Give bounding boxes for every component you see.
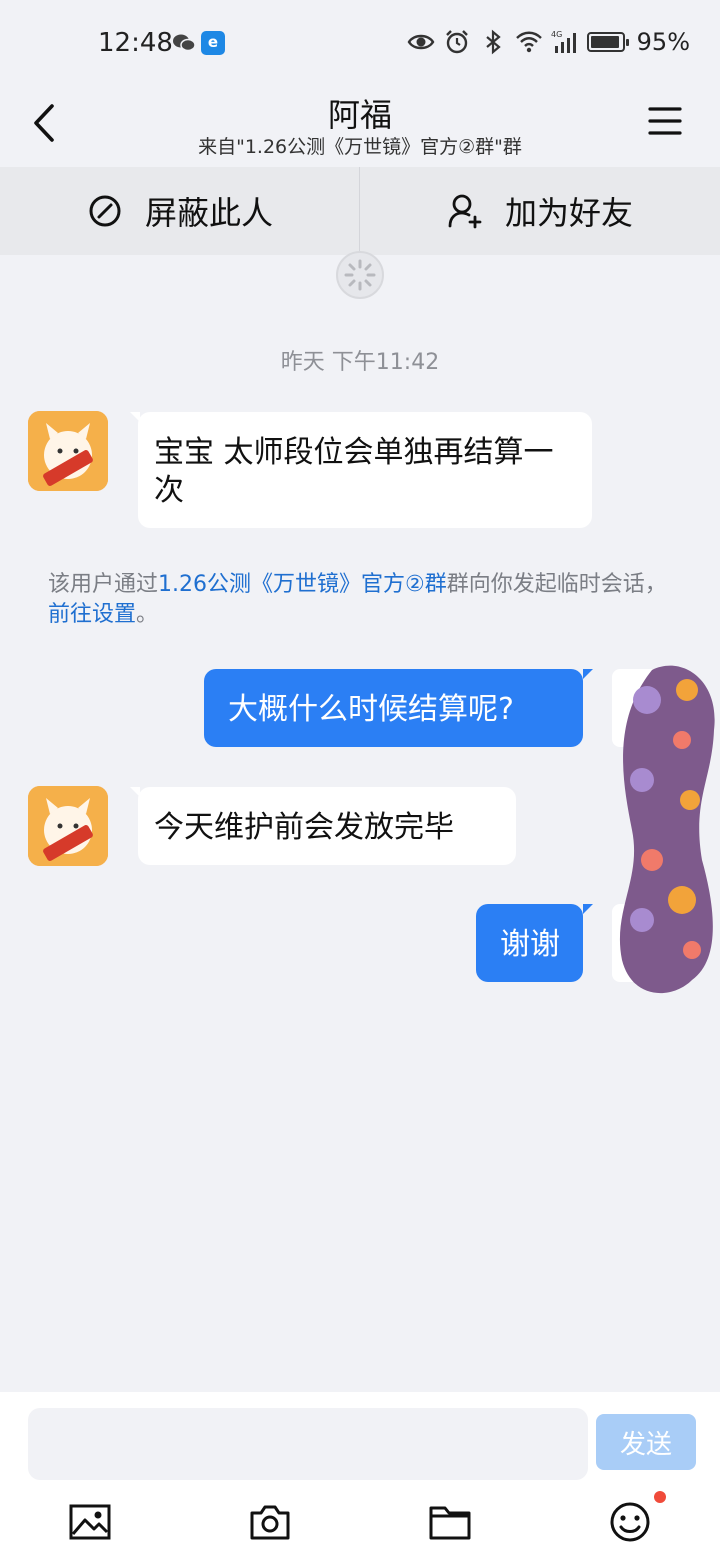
wifi-icon (515, 31, 542, 53)
message-bubble-outgoing[interactable]: 谢谢 (476, 904, 583, 982)
message-bubble-incoming[interactable]: 宝宝 太师段位会单独再结算一次 (138, 412, 592, 528)
cat-avatar-image (28, 786, 108, 866)
contact-avatar[interactable] (28, 411, 108, 491)
chat-header: 阿福 来自"1.26公测《万世镜》官方②群"群 (0, 88, 720, 166)
app-notification-icon: e (201, 31, 225, 55)
message-bubble-incoming[interactable]: 今天维护前会发放完毕 (138, 787, 516, 865)
message-input[interactable] (28, 1408, 588, 1480)
spinner-icon (344, 259, 376, 291)
contact-avatar[interactable] (28, 786, 108, 866)
status-bar: 12:48 e 4G 95% (0, 0, 720, 88)
add-friend-icon (448, 194, 482, 229)
bubble-tail (583, 904, 593, 914)
battery-icon (586, 32, 629, 52)
add-friend-button[interactable]: 加为好友 (360, 167, 720, 255)
bluetooth-icon (485, 29, 501, 55)
notice-middle: 群向你发起临时会话， (446, 572, 667, 597)
camera-icon[interactable] (248, 1500, 292, 1544)
block-icon (89, 195, 121, 227)
action-divider (359, 167, 360, 255)
temporary-session-notice: 该用户通过1.26公测《万世镜》官方②群群向你发起临时会话， 前往设置。 (48, 570, 678, 630)
redaction-sticker-overlay (619, 665, 715, 994)
contact-name: 阿福 (327, 96, 392, 134)
block-user-button[interactable]: 屏蔽此人 (0, 167, 360, 255)
alarm-icon (445, 30, 468, 54)
add-friend-label: 加为好友 (504, 194, 633, 232)
send-button[interactable]: 发送 (596, 1414, 696, 1470)
battery-level (590, 36, 620, 48)
cellular-signal-icon: 4G (551, 30, 576, 53)
status-indicators: 4G 95% (407, 28, 690, 56)
message-timestamp: 昨天 下午11:42 (280, 350, 440, 375)
notification-dot (654, 1491, 666, 1503)
stranger-action-bar: 屏蔽此人 加为好友 (0, 167, 720, 255)
input-bar: 发送 (0, 1392, 720, 1560)
menu-icon[interactable] (648, 106, 682, 136)
image-icon[interactable] (68, 1500, 112, 1544)
notice-prefix: 该用户通过 (48, 572, 159, 597)
status-time: 12:48 (98, 28, 173, 58)
source-group-subtitle: 来自"1.26公测《万世镜》官方②群"群 (198, 136, 522, 158)
bubble-tail (583, 669, 593, 679)
network-type-label: 4G (551, 30, 562, 39)
folder-icon[interactable] (428, 1500, 472, 1544)
notice-suffix: 。 (136, 602, 159, 627)
battery-percent: 95% (636, 28, 690, 56)
loading-spinner (336, 251, 384, 299)
wechat-icon (173, 34, 196, 52)
cat-avatar-image (28, 411, 108, 491)
message-bubble-outgoing[interactable]: 大概什么时候结算呢? (204, 669, 583, 747)
emoji-icon[interactable] (608, 1500, 652, 1544)
eye-icon (407, 34, 435, 50)
settings-link[interactable]: 前往设置 (48, 602, 136, 627)
block-user-label: 屏蔽此人 (144, 194, 273, 232)
group-link[interactable]: 1.26公测《万世镜》官方②群 (158, 572, 447, 597)
